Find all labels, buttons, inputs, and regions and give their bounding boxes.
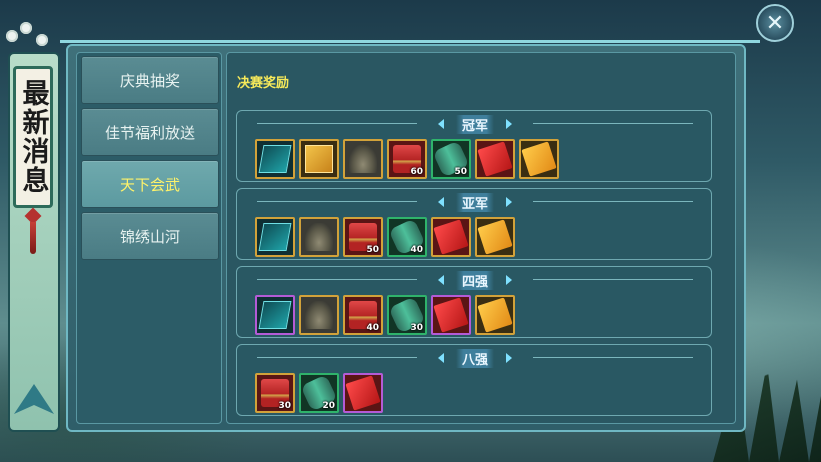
red-envelope-icon — [345, 375, 381, 411]
statue-icon — [349, 145, 377, 173]
red-chest-item[interactable]: 30 — [255, 373, 295, 413]
scroll-item[interactable]: 20 — [299, 373, 339, 413]
statue-item[interactable] — [299, 295, 339, 335]
arrow-right-icon — [506, 275, 512, 285]
skill-book-icon — [258, 145, 292, 173]
gold-envelope-item[interactable] — [519, 139, 559, 179]
reward-section-champion: 冠军 60 50 — [236, 110, 712, 182]
tab-label: 佳节福利放送 — [104, 123, 195, 142]
section-label: 四强 — [455, 270, 494, 290]
gold-book-item[interactable] — [299, 139, 339, 179]
scroll-item[interactable]: 50 — [431, 139, 471, 179]
close-icon: ✕ — [765, 10, 785, 36]
banner-title: 最新消息 — [17, 79, 49, 195]
scroll-item[interactable]: 30 — [387, 295, 427, 335]
red-envelope-icon — [433, 297, 469, 333]
gold-envelope-icon — [521, 141, 557, 177]
content-title: 决赛奖励 — [237, 76, 290, 91]
item-count: 20 — [322, 401, 335, 411]
tab-label: 庆典抽奖 — [119, 71, 180, 90]
close-button[interactable]: ✕ — [756, 4, 794, 42]
section-label: 八强 — [455, 348, 494, 368]
item-count: 30 — [278, 401, 291, 411]
tab-celebration-lottery[interactable]: 庆典抽奖 — [81, 56, 219, 104]
section-header: 八强 — [237, 348, 713, 368]
tab-label: 天下会武 — [119, 175, 180, 194]
reward-section-top-eight: 八强 30 20 — [236, 344, 712, 416]
skill-book-icon — [258, 223, 292, 251]
statue-icon — [305, 301, 333, 329]
red-envelope-item[interactable] — [343, 373, 383, 413]
gold-envelope-item[interactable] — [475, 217, 515, 257]
red-envelope-item[interactable] — [431, 295, 471, 335]
gold-envelope-icon — [477, 219, 513, 255]
skill-book-icon — [258, 301, 292, 329]
statue-item[interactable] — [299, 217, 339, 257]
item-count: 40 — [410, 245, 423, 255]
item-count: 60 — [410, 167, 423, 177]
flower-icon — [20, 22, 32, 34]
tab-festival-welfare[interactable]: 佳节福利放送 — [81, 108, 219, 156]
item-count: 50 — [366, 245, 379, 255]
frame-top-line — [60, 40, 760, 43]
item-row: 50 40 — [255, 217, 515, 257]
arrow-left-icon — [437, 275, 444, 285]
red-chest-item[interactable]: 50 — [343, 217, 383, 257]
skill-book-item[interactable] — [255, 139, 295, 179]
tab-list: 庆典抽奖 佳节福利放送 天下会武 锦绣山河 — [76, 52, 222, 424]
scroll-item[interactable]: 40 — [387, 217, 427, 257]
item-row: 60 50 — [255, 139, 559, 179]
section-label: 冠军 — [455, 114, 494, 134]
red-envelope-icon — [477, 141, 513, 177]
gold-envelope-icon — [477, 297, 513, 333]
tab-landscape[interactable]: 锦绣山河 — [81, 212, 219, 260]
tassel-icon — [30, 222, 36, 254]
tab-tournament[interactable]: 天下会武 — [81, 160, 219, 208]
arrow-right-icon — [506, 197, 512, 207]
item-row: 40 30 — [255, 295, 515, 335]
arrow-left-icon — [437, 353, 444, 363]
section-header: 亚军 — [237, 192, 713, 212]
statue-icon — [305, 223, 333, 251]
item-count: 50 — [454, 167, 467, 177]
arrow-right-icon — [506, 119, 512, 129]
statue-item[interactable] — [343, 139, 383, 179]
arrow-right-icon — [506, 353, 512, 363]
reward-section-runner-up: 亚军 50 40 — [236, 188, 712, 260]
red-envelope-item[interactable] — [475, 139, 515, 179]
tab-label: 锦绣山河 — [119, 227, 180, 246]
arrow-left-icon — [437, 197, 444, 207]
skill-book-item[interactable] — [255, 217, 295, 257]
section-header: 四强 — [237, 270, 713, 290]
banner-scroll: 最新消息 — [13, 66, 53, 208]
item-count: 40 — [366, 323, 379, 333]
reward-section-top-four: 四强 40 30 — [236, 266, 712, 338]
gold-book-icon — [305, 145, 333, 173]
red-envelope-icon — [433, 219, 469, 255]
item-count: 30 — [410, 323, 423, 333]
flower-icon — [6, 30, 18, 42]
red-chest-item[interactable]: 40 — [343, 295, 383, 335]
red-envelope-item[interactable] — [431, 217, 471, 257]
red-chest-item[interactable]: 60 — [387, 139, 427, 179]
gold-envelope-item[interactable] — [475, 295, 515, 335]
flower-icon — [36, 34, 48, 46]
skill-book-item[interactable] — [255, 295, 295, 335]
item-row: 30 20 — [255, 373, 383, 413]
section-header: 冠军 — [237, 114, 713, 134]
arrow-left-icon — [437, 119, 444, 129]
section-label: 亚军 — [455, 192, 494, 212]
